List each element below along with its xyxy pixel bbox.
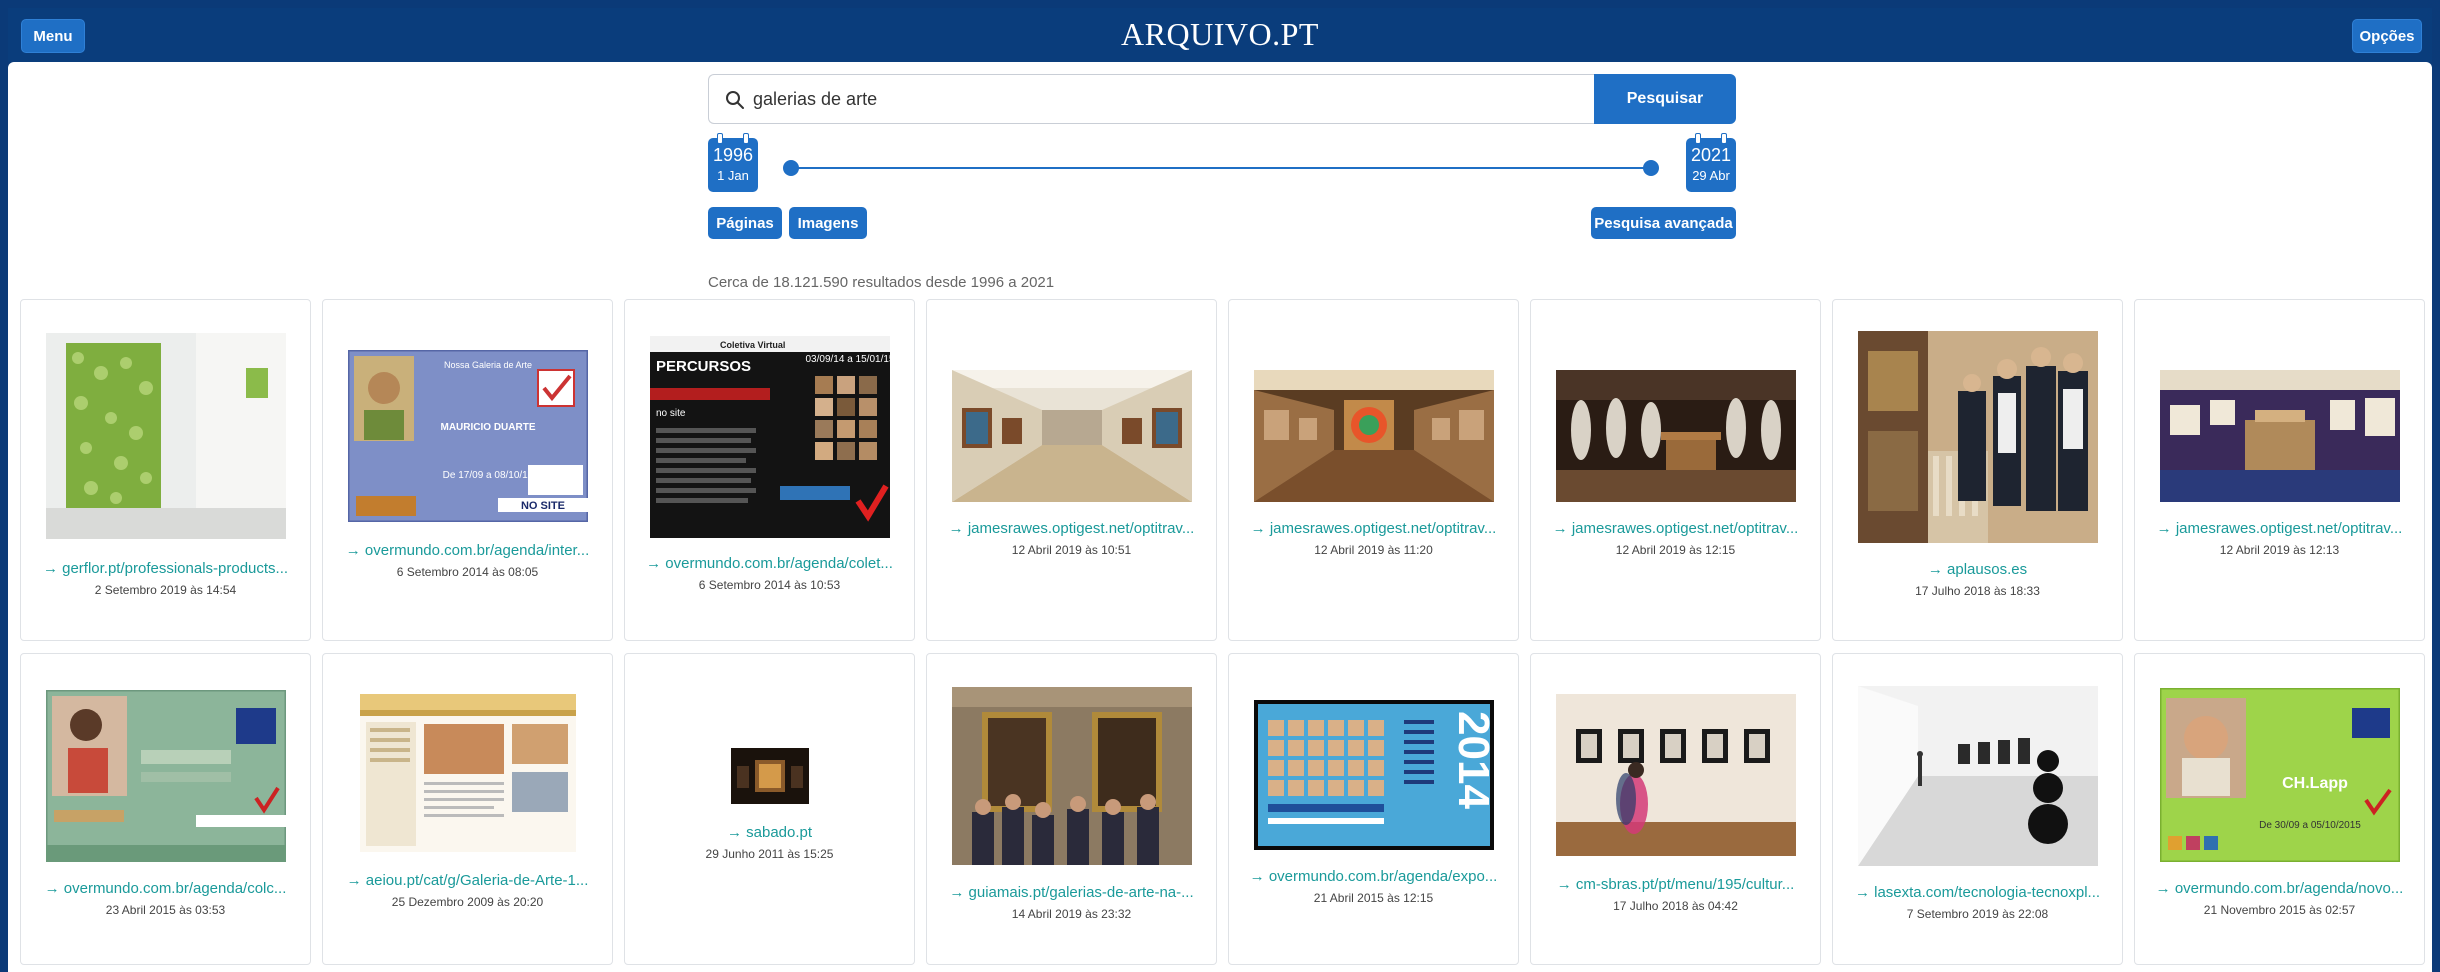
result-link[interactable]: → jamesrawes.optigest.net/optitrav... bbox=[2143, 520, 2416, 537]
svg-text:De 17/09 a 08/10/14: De 17/09 a 08/10/14 bbox=[442, 470, 533, 481]
result-card[interactable]: → cm-sbras.pt/pt/menu/195/cultur... 17 J… bbox=[1530, 653, 1821, 965]
result-thumbnail[interactable]: CH.Lapp De 30/09 a 05/10/2015 bbox=[2159, 688, 2400, 862]
result-thumbnail[interactable]: Coletiva Virtual 03/09/14 a 15/01/15 PER… bbox=[649, 336, 890, 538]
result-card[interactable]: → sabado.pt 29 Junho 2011 às 15:25 bbox=[624, 653, 915, 965]
result-card[interactable]: → jamesrawes.optigest.net/optitrav... 12… bbox=[2134, 299, 2425, 641]
start-date-calendar[interactable]: 1996 1 Jan bbox=[708, 133, 758, 192]
result-thumbnail[interactable] bbox=[1857, 331, 2098, 543]
results-count: Cerca de 18.121.590 resultados desde 199… bbox=[708, 274, 1055, 291]
result-link[interactable]: → overmundo.com.br/agenda/expo... bbox=[1237, 868, 1510, 885]
result-date: 17 Julho 2018 às 04:42 bbox=[1613, 899, 1738, 913]
result-link[interactable]: → overmundo.com.br/agenda/colc... bbox=[29, 880, 302, 897]
result-date: 12 Abril 2019 às 12:13 bbox=[2219, 543, 2340, 557]
result-date: 23 Abril 2015 às 03:53 bbox=[105, 903, 226, 917]
result-date: 6 Setembro 2014 às 10:53 bbox=[698, 578, 841, 592]
result-thumbnail[interactable] bbox=[1857, 686, 2098, 866]
result-card[interactable]: Coletiva Virtual 03/09/14 a 15/01/15 PER… bbox=[624, 299, 915, 641]
result-date: 21 Novembro 2015 às 02:57 bbox=[2203, 903, 2356, 917]
svg-text:CH.Lapp: CH.Lapp bbox=[2282, 775, 2348, 792]
result-link[interactable]: → overmundo.com.br/agenda/novo... bbox=[2143, 880, 2416, 897]
result-card[interactable]: → jamesrawes.optigest.net/optitrav... 12… bbox=[926, 299, 1217, 641]
result-date: 17 Julho 2018 às 18:33 bbox=[1915, 584, 2040, 598]
start-day: 1 Jan bbox=[717, 168, 749, 183]
result-link[interactable]: → aplausos.es bbox=[1841, 561, 2114, 578]
result-date: 6 Setembro 2014 às 08:05 bbox=[396, 565, 539, 579]
search-button[interactable]: Pesquisar bbox=[1594, 74, 1736, 124]
result-date: 29 Junho 2011 às 15:25 bbox=[705, 847, 834, 861]
result-link[interactable]: → guiamais.pt/galerias-de-arte-na-... bbox=[935, 884, 1208, 901]
result-card[interactable]: → gerflor.pt/professionals-products... 2… bbox=[20, 299, 311, 641]
result-link[interactable]: → overmundo.com.br/agenda/colet... bbox=[633, 555, 906, 572]
svg-text:NO SITE: NO SITE bbox=[520, 500, 564, 512]
result-thumbnail[interactable] bbox=[359, 694, 576, 852]
result-card[interactable]: 2014 → overmundo.com.br/agenda/expo... 2… bbox=[1228, 653, 1519, 965]
result-thumbnail[interactable]: Nossa Galeria de Arte MAURICIO DUARTE De… bbox=[347, 350, 588, 522]
result-date: 7 Setembro 2019 às 22:08 bbox=[1906, 907, 2049, 921]
result-date: 2 Setembro 2019 às 14:54 bbox=[94, 583, 237, 597]
svg-text:no site: no site bbox=[656, 408, 686, 419]
result-thumbnail[interactable] bbox=[951, 370, 1192, 502]
result-card[interactable]: → overmundo.com.br/agenda/colc... 23 Abr… bbox=[20, 653, 311, 965]
start-date-handle[interactable] bbox=[783, 160, 799, 176]
result-thumbnail[interactable]: 2014 bbox=[1253, 700, 1494, 850]
svg-text:Coletiva Virtual: Coletiva Virtual bbox=[720, 340, 785, 350]
end-year: 2021 bbox=[1690, 145, 1732, 165]
result-card[interactable]: → aplausos.es 17 Julho 2018 às 18:33 bbox=[1832, 299, 2123, 641]
result-thumbnail[interactable] bbox=[1555, 694, 1796, 856]
result-date: 21 Abril 2015 às 12:15 bbox=[1313, 891, 1434, 905]
result-thumbnail[interactable] bbox=[45, 690, 286, 862]
result-card[interactable]: → guiamais.pt/galerias-de-arte-na-... 14… bbox=[926, 653, 1217, 965]
result-thumbnail[interactable] bbox=[1555, 370, 1796, 502]
result-link[interactable]: → lasexta.com/tecnologia-tecnoxpl... bbox=[1841, 884, 2114, 901]
svg-text:PERCURSOS: PERCURSOS bbox=[656, 358, 751, 375]
svg-text:03/09/14 a 15/01/15: 03/09/14 a 15/01/15 bbox=[805, 354, 889, 365]
result-thumbnail[interactable] bbox=[951, 687, 1192, 865]
result-link[interactable]: → overmundo.com.br/agenda/inter... bbox=[331, 542, 604, 559]
result-link[interactable]: → jamesrawes.optigest.net/optitrav... bbox=[1237, 520, 1510, 537]
result-link[interactable]: → aeiou.pt/cat/g/Galeria-de-Arte-1... bbox=[331, 872, 604, 889]
end-day: 29 Abr bbox=[1692, 168, 1730, 183]
result-card[interactable]: → jamesrawes.optigest.net/optitrav... 12… bbox=[1228, 299, 1519, 641]
date-range-slider[interactable] bbox=[790, 167, 1650, 169]
result-card[interactable]: → jamesrawes.optigest.net/optitrav... 12… bbox=[1530, 299, 1821, 641]
main-content: Pesquisar 1996 1 Jan 2021 29 Abr Páginas… bbox=[8, 62, 2432, 972]
advanced-search-button[interactable]: Pesquisa avançada bbox=[1591, 207, 1736, 239]
start-year: 1996 bbox=[712, 145, 754, 165]
top-header: Menu ARQUIVO.PT Opções bbox=[8, 8, 2432, 62]
arquivo-logo[interactable]: ARQUIVO.PT bbox=[8, 16, 2432, 53]
result-link[interactable]: → sabado.pt bbox=[633, 824, 906, 841]
result-card[interactable]: → aeiou.pt/cat/g/Galeria-de-Arte-1... 25… bbox=[322, 653, 613, 965]
search-box bbox=[708, 74, 1602, 124]
pages-tab-button[interactable]: Páginas bbox=[708, 207, 782, 239]
result-thumbnail[interactable] bbox=[2159, 370, 2400, 502]
images-tab-button[interactable]: Imagens bbox=[789, 207, 867, 239]
result-date: 25 Dezembro 2009 às 20:20 bbox=[391, 895, 544, 909]
svg-text:De 30/09 a 05/10/2015: De 30/09 a 05/10/2015 bbox=[2259, 820, 2361, 831]
result-link[interactable]: → cm-sbras.pt/pt/menu/195/cultur... bbox=[1539, 876, 1812, 893]
result-link[interactable]: → gerflor.pt/professionals-products... bbox=[29, 560, 302, 577]
svg-text:2014: 2014 bbox=[1449, 711, 1494, 809]
result-date: 14 Abril 2019 às 23:32 bbox=[1011, 907, 1132, 921]
result-thumbnail[interactable] bbox=[730, 748, 809, 804]
svg-text:MAURICIO DUARTE: MAURICIO DUARTE bbox=[440, 422, 535, 433]
options-button[interactable]: Opções bbox=[2352, 19, 2422, 53]
result-date: 12 Abril 2019 às 10:51 bbox=[1011, 543, 1132, 557]
result-card[interactable]: CH.Lapp De 30/09 a 05/10/2015 → overmund… bbox=[2134, 653, 2425, 965]
result-card[interactable]: → lasexta.com/tecnologia-tecnoxpl... 7 S… bbox=[1832, 653, 2123, 965]
result-date: 12 Abril 2019 às 12:15 bbox=[1615, 543, 1736, 557]
result-link[interactable]: → jamesrawes.optigest.net/optitrav... bbox=[1539, 520, 1812, 537]
end-date-calendar[interactable]: 2021 29 Abr bbox=[1686, 133, 1736, 192]
result-thumbnail[interactable] bbox=[1253, 370, 1494, 502]
result-link[interactable]: → jamesrawes.optigest.net/optitrav... bbox=[935, 520, 1208, 537]
result-card[interactable]: Nossa Galeria de Arte MAURICIO DUARTE De… bbox=[322, 299, 613, 641]
image-results-grid: → gerflor.pt/professionals-products... 2… bbox=[20, 299, 2430, 965]
end-date-handle[interactable] bbox=[1643, 160, 1659, 176]
result-date: 12 Abril 2019 às 11:20 bbox=[1314, 543, 1433, 557]
search-icon bbox=[726, 91, 744, 109]
svg-text:Nossa Galeria de Arte: Nossa Galeria de Arte bbox=[443, 360, 531, 370]
result-thumbnail[interactable] bbox=[45, 333, 286, 539]
search-input[interactable] bbox=[753, 84, 1573, 114]
